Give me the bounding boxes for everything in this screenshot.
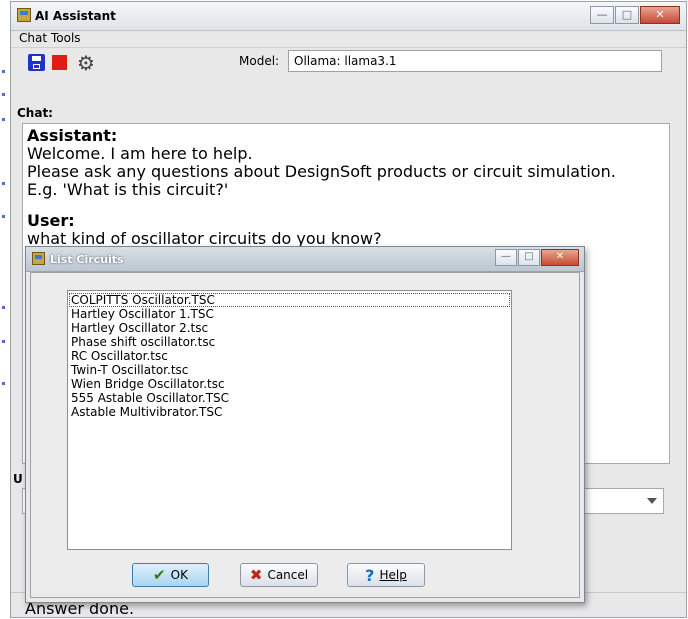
window-title: AI Assistant [35,9,116,23]
list-item[interactable]: Hartley Oscillator 2.tsc [69,321,510,335]
list-item[interactable]: Astable Multivibrator.TSC [69,405,510,419]
user-header: User: [27,211,75,230]
title-bar[interactable]: AI Assistant — □ ✕ [11,2,686,31]
window-controls: — □ ✕ [589,6,680,24]
menu-divider [11,47,686,48]
app-icon [32,252,45,265]
assistant-message-line: E.g. 'What is this circuit?' [27,180,229,199]
assistant-message-line: Please ask any questions about DesignSof… [27,162,616,181]
assistant-header: Assistant: [27,126,118,145]
list-item[interactable]: RC Oscillator.tsc [69,349,510,363]
list-item[interactable]: COLPITTS Oscillator.TSC [69,293,510,307]
background-window-edge [0,0,10,619]
help-button-label: Help [379,568,407,582]
ok-button[interactable]: ✔ OK [132,563,209,587]
save-icon[interactable] [28,54,45,71]
minimize-button[interactable]: — [495,249,517,266]
list-item[interactable]: Hartley Oscillator 1.TSC [69,307,510,321]
list-item[interactable]: Wien Bridge Oscillator.tsc [69,377,510,391]
ok-button-label: OK [170,568,188,582]
user-input-label: U [13,472,23,486]
dialog-window-controls: — □ ✕ [494,249,579,266]
dialog-title-bar[interactable]: List Circuits — □ ✕ [26,247,584,272]
gear-icon[interactable]: ⚙ [75,53,97,75]
close-button[interactable]: ✕ [541,249,579,266]
chevron-down-icon[interactable] [647,498,657,504]
x-icon: ✖ [249,566,263,584]
model-field[interactable]: Ollama: llama3.1 [288,50,662,72]
help-icon: ? [365,565,375,585]
help-button[interactable]: ? Help [347,563,425,587]
circuit-list[interactable]: COLPITTS Oscillator.TSC Hartley Oscillat… [67,290,512,550]
model-label: Model: [239,54,280,68]
close-button[interactable]: ✕ [640,6,680,24]
stop-icon[interactable] [52,55,67,70]
app-icon [17,8,31,22]
assistant-message-line: Welcome. I am here to help. [27,144,253,163]
list-item[interactable]: Twin-T Oscillator.tsc [69,363,510,377]
list-item[interactable]: 555 Astable Oscillator.TSC [69,391,510,405]
list-item[interactable]: Phase shift oscillator.tsc [69,335,510,349]
maximize-button[interactable]: □ [518,249,540,266]
cancel-button-label: Cancel [267,568,309,582]
menu-chat[interactable]: Chat [19,31,47,45]
menu-tools[interactable]: Tools [51,31,81,45]
dialog-title: List Circuits [50,253,124,266]
list-circuits-dialog: List Circuits — □ ✕ COLPITTS Oscillator.… [25,246,585,603]
maximize-button[interactable]: □ [615,6,639,24]
chat-label: Chat: [17,106,53,120]
checkmark-icon: ✔ [153,566,166,584]
cancel-button[interactable]: ✖ Cancel [240,563,318,587]
minimize-button[interactable]: — [590,6,614,24]
